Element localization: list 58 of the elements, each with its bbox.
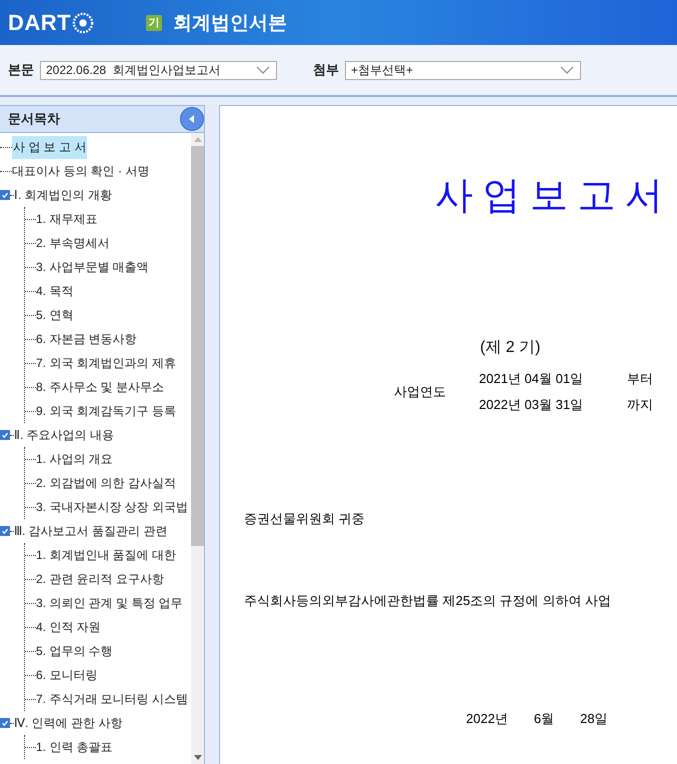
tree-item[interactable]: 6. 모니터링 [36, 664, 98, 686]
tree-item[interactable]: Ⅰ. 회계법인의 개황 [14, 184, 112, 206]
tree-item[interactable]: 2. 외감법에 의한 감사실적 [36, 472, 176, 494]
tree-item[interactable]: 1. 인력 총괄표 [36, 736, 113, 758]
date-suffix: 까지 [627, 396, 653, 414]
tree-item[interactable]: 6. 자본금 변동사항 [36, 328, 137, 350]
date-text: 2022년 03월 31일 [479, 396, 584, 414]
dropdown[interactable]: 2022.06.28 회계법인사업보고서 [40, 60, 277, 80]
tree-item[interactable]: Ⅳ. 인력에 관한 사항 [14, 712, 122, 734]
tree-item[interactable]: 3. 의뢰인 관계 및 특정 업무 [36, 592, 183, 614]
document-title: 사 업 보 고 서 [435, 174, 663, 219]
badge: 기 [146, 14, 162, 30]
tree-item[interactable]: 4. 인적 자원 [36, 616, 101, 638]
statement-text: 주식회사등의외부감사에관한법률 제25조의 규정에 의하여 사업 [244, 592, 612, 610]
tree-item[interactable]: 7. 외국 회계법인과의 제휴 [36, 352, 176, 374]
period-text: (제 2 기) [480, 338, 542, 358]
left-triangle-icon [187, 114, 197, 124]
dropdown[interactable]: +첨부선택+ [345, 60, 581, 80]
sidebar-title: 문서목차 [8, 110, 60, 128]
signed-date-part: 28일 [580, 710, 608, 728]
tree-item[interactable]: 4. 목적 [36, 280, 74, 302]
tree-item[interactable]: 3. 국내자본시장 상장 외국법 [36, 496, 188, 518]
tree-item[interactable]: 1. 회계법인내 품질에 대한 [36, 544, 176, 566]
signed-date-part: 6월 [534, 710, 554, 728]
expand-toggle[interactable] [0, 190, 10, 200]
tree-item[interactable]: 5. 연혁 [36, 304, 74, 326]
up-arrow-icon [194, 137, 202, 142]
expand-toggle[interactable] [0, 526, 10, 536]
page-title: 회계법인서본 [173, 12, 287, 36]
down-arrow-icon [194, 755, 202, 760]
scrollbar[interactable] [191, 133, 204, 764]
tree-item[interactable]: 7. 주식거래 모니터링 시스템 [36, 688, 188, 710]
tree-item[interactable]: 8. 주사무소 및 분사무소 [36, 376, 164, 398]
tree-item[interactable]: 1. 사업의 개요 [36, 448, 113, 470]
collapse-button[interactable] [180, 107, 204, 131]
fiscal-year-label: 사업연도 [394, 383, 447, 401]
date-text: 2021년 04월 01일 [479, 370, 584, 388]
tree-item[interactable]: 9. 외국 회계감독기구 등록 [36, 400, 176, 422]
caret-icon [560, 66, 574, 74]
date-suffix: 부터 [627, 370, 653, 388]
field-label: 본문 [8, 61, 34, 79]
tree-item[interactable]: Ⅲ. 감사보고서 품질관리 관련 [14, 520, 168, 542]
expand-toggle[interactable] [0, 430, 10, 440]
tree-item[interactable]: 2. 관련 윤리적 요구사항 [36, 568, 164, 590]
sunburst-icon [72, 12, 94, 34]
tree-item[interactable]: 대표이사 등의 확인 · 서명 [12, 160, 150, 182]
tree-item[interactable]: 3. 사업부문별 매출액 [36, 256, 149, 278]
tree-item[interactable]: 5. 업무의 수행 [36, 640, 113, 662]
field-label: 첨부 [313, 61, 339, 79]
tree-item[interactable]: Ⅱ. 주요사업의 내용 [14, 424, 114, 446]
tree-item[interactable]: 사 업 보 고 서 [12, 136, 88, 158]
expand-toggle[interactable] [0, 718, 10, 728]
tree-item[interactable]: 2. 부속명세서 [36, 232, 110, 254]
caret-icon [256, 66, 270, 74]
signed-date-part: 2022년 [466, 710, 508, 728]
tree-item[interactable]: 1. 재무제표 [36, 208, 98, 230]
logo-text: DART [8, 10, 72, 36]
addressee-text: 증권선물위원회 귀중 [244, 510, 366, 528]
